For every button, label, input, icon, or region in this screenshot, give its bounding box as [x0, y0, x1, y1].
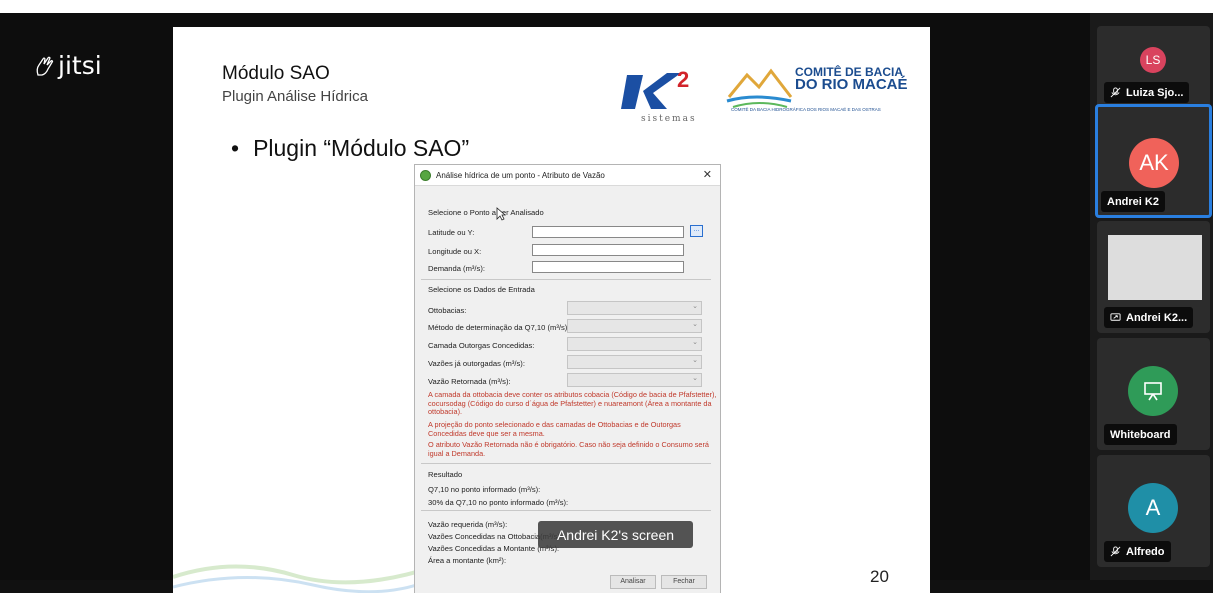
screen-share-label: Andrei K2's screen: [538, 521, 693, 548]
slide-page-number: 20: [870, 567, 889, 586]
analisar-button[interactable]: Analisar: [610, 575, 656, 589]
metodo-select[interactable]: ⌄: [567, 319, 702, 333]
screen-share-thumbnail: [1108, 235, 1202, 300]
ottobacias-label: Ottobacias:: [428, 306, 467, 315]
latitude-input[interactable]: [532, 226, 684, 238]
slide-title: Módulo SAO: [222, 63, 330, 84]
slide-bullet: • Plugin “Módulo SAO”: [231, 135, 469, 162]
vazoes-select[interactable]: ⌄: [567, 355, 702, 369]
jitsi-logo: jitsi: [34, 51, 102, 80]
warning-text-3: O atributo Vazão Retornada não é obrigat…: [428, 441, 709, 458]
slide-wave-decoration: [173, 564, 433, 593]
area-label: Área a montante (km²):: [428, 556, 507, 565]
requerida-label: Vazão requerida (m³/s):: [428, 520, 508, 529]
warning-text-1: A camada da ottobacia deve conter os atr…: [428, 391, 717, 416]
section-input-label: Selecione os Dados de Entrada: [428, 285, 535, 294]
participant-nametag: Andrei K2: [1101, 191, 1165, 212]
comite-logo-line3: COMITÊ DA BACIA HIDROGRÁFICA DOS RIOS MA…: [731, 107, 881, 112]
ottobacias-select[interactable]: ⌄: [567, 301, 702, 315]
divider: [421, 463, 711, 464]
chevron-down-icon: ⌄: [692, 375, 698, 382]
screen-share-icon: [1110, 313, 1121, 321]
vazoes-label: Vazões já outorgadas (m³/s):: [428, 359, 525, 368]
q710-label: Q7,10 no ponto informado (m³/s):: [428, 485, 541, 494]
filmstrip[interactable]: LS Luiza Sjo... AK Andrei K2 Andrei K2..…: [1090, 13, 1213, 580]
comite-logo-line2: DO RIO MACAÉ: [795, 76, 908, 93]
latitude-label: Latitude ou Y:: [428, 228, 475, 237]
participant-nametag: Luiza Sjo...: [1104, 82, 1190, 103]
participant-name: Alfredo: [1126, 545, 1165, 558]
jitsi-hand-icon: [36, 56, 54, 76]
mic-muted-icon: [1110, 546, 1121, 557]
browse-button[interactable]: ...: [690, 225, 703, 237]
participant-name: Andrei K2...: [1126, 311, 1188, 324]
participant-nametag: Alfredo: [1104, 541, 1171, 562]
jitsi-wordmark: jitsi: [58, 51, 102, 80]
avatar: AK: [1129, 138, 1179, 188]
longitude-label: Longitude ou X:: [428, 247, 482, 256]
participant-tile-whiteboard[interactable]: Whiteboard: [1097, 338, 1210, 450]
top-edge: [0, 0, 1213, 13]
section-point-label: Selecione o Ponto a ser Analisado: [428, 208, 544, 217]
camada-label: Camada Outorgas Concedidas:: [428, 341, 535, 350]
demand-label: Demanda (m³/s):: [428, 264, 485, 273]
chevron-down-icon: ⌄: [692, 357, 698, 364]
slide-bullet-text: Plugin “Módulo SAO”: [253, 135, 470, 161]
pct-label: 30% da Q7,10 no ponto informado (m³/s):: [428, 498, 569, 507]
chevron-down-icon: ⌄: [692, 321, 698, 328]
longitude-input[interactable]: [532, 244, 684, 256]
participant-name: Whiteboard: [1110, 428, 1171, 441]
close-icon[interactable]: ✕: [703, 168, 712, 181]
demand-input[interactable]: [532, 261, 684, 273]
chevron-down-icon: ⌄: [692, 339, 698, 346]
participant-nametag: Andrei K2...: [1104, 307, 1194, 328]
participant-name: Luiza Sjo...: [1126, 86, 1184, 99]
divider: [421, 279, 711, 280]
qgis-icon: [420, 169, 431, 181]
whiteboard-icon: [1144, 382, 1162, 401]
metodo-label: Método de determinação da Q7,10 (m³/s):: [428, 323, 570, 332]
main-stage: jitsi Módulo SAO Plugin Análise Hídrica …: [0, 13, 1090, 593]
chevron-down-icon: ⌄: [692, 303, 698, 310]
avatar: LS: [1140, 47, 1166, 73]
mic-muted-icon: [1110, 87, 1121, 98]
slide-subtitle: Plugin Análise Hídrica: [222, 88, 368, 105]
svg-text:2: 2: [677, 67, 689, 92]
result-label: Resultado: [428, 470, 463, 479]
participant-tile-andrei[interactable]: AK Andrei K2: [1095, 104, 1212, 218]
fechar-button[interactable]: Fechar: [661, 575, 707, 589]
avatar: A: [1128, 483, 1178, 533]
shared-slide: Módulo SAO Plugin Análise Hídrica 2 sist…: [173, 27, 930, 593]
camada-select[interactable]: ⌄: [567, 337, 702, 351]
retornada-select[interactable]: ⌄: [567, 373, 702, 387]
dialog-title: Análise hídrica de um ponto - Atributo d…: [436, 170, 605, 180]
participant-tile-andrei-screen[interactable]: Andrei K2...: [1097, 221, 1210, 333]
dialog-titlebar: Análise hídrica de um ponto - Atributo d…: [415, 165, 720, 186]
retornada-label: Vazão Retornada (m³/s):: [428, 377, 511, 386]
divider: [421, 510, 711, 511]
mouse-pointer-icon: [496, 207, 506, 221]
participant-nametag: Whiteboard: [1104, 424, 1177, 445]
participant-name: Andrei K2: [1107, 195, 1159, 208]
warning-text-2: A projeção do ponto selecionado e das ca…: [428, 421, 681, 438]
whiteboard-avatar: [1128, 366, 1178, 416]
bullet-dot: •: [231, 135, 240, 161]
participant-tile-luiza[interactable]: LS Luiza Sjo...: [1097, 26, 1210, 112]
k2-logo-text: sistemas: [641, 114, 697, 124]
participant-tile-alfredo[interactable]: A Alfredo: [1097, 455, 1210, 567]
